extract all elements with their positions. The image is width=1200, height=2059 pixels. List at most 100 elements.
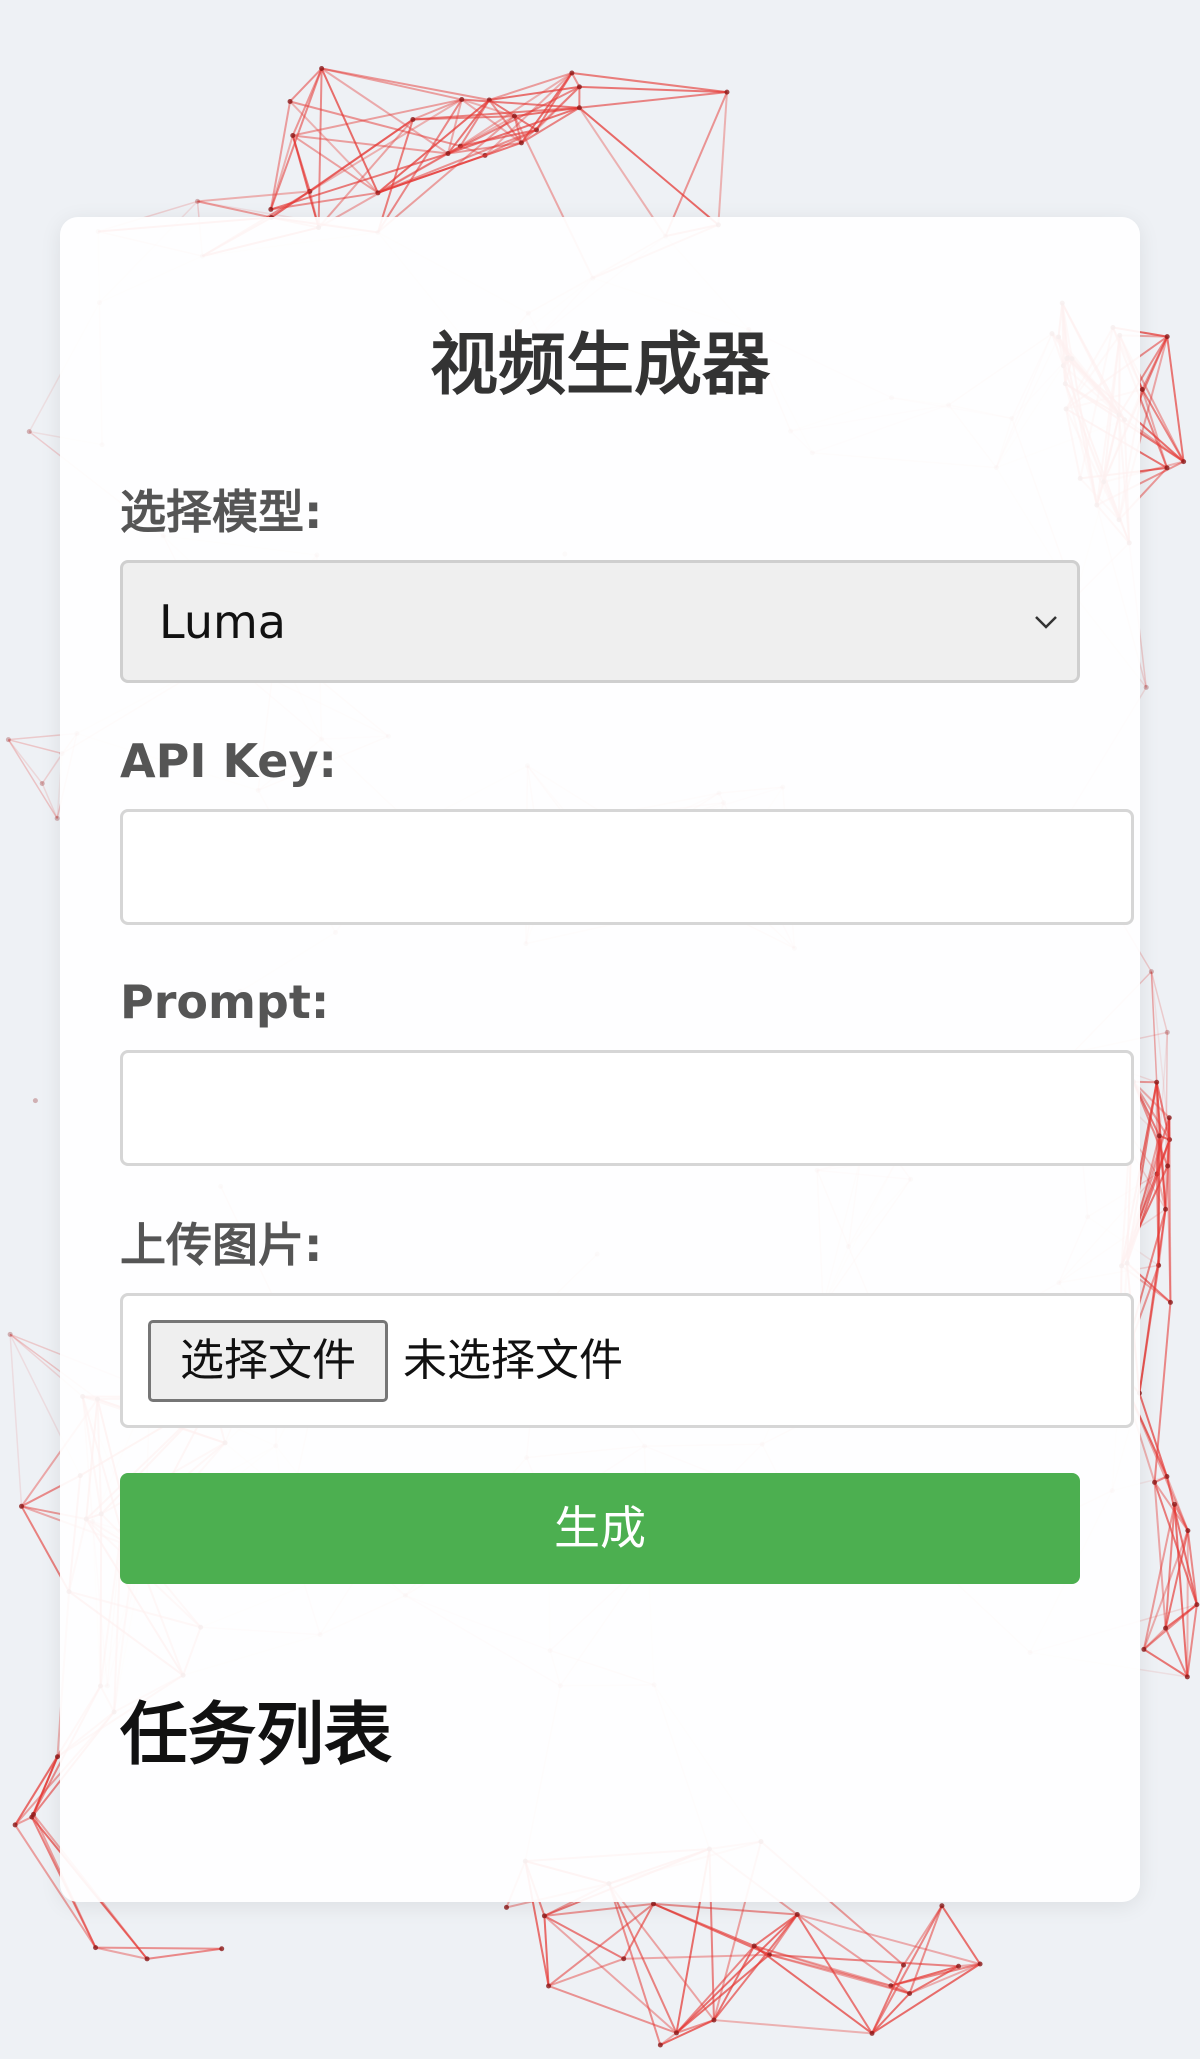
- network-line: [578, 106, 719, 226]
- network-line: [32, 1756, 59, 1815]
- network-line: [579, 91, 728, 109]
- network-node: [268, 206, 274, 212]
- generator-card: 视频生成器 选择模型: Luma API Key: Prompt: 上传图片: …: [60, 217, 1140, 1902]
- network-node: [26, 429, 32, 435]
- network-line: [197, 190, 310, 203]
- network-node: [576, 105, 582, 111]
- network-line: [317, 68, 323, 228]
- network-line: [317, 118, 414, 229]
- network-node: [1165, 1163, 1171, 1169]
- network-node: [724, 89, 730, 95]
- network-node: [1152, 1479, 1158, 1485]
- network-node: [12, 1822, 18, 1828]
- network-node: [1156, 1133, 1162, 1139]
- network-line: [7, 739, 58, 819]
- network-node: [1185, 1528, 1191, 1534]
- network-line: [321, 67, 462, 101]
- network-line: [1138, 1209, 1167, 1394]
- model-label: 选择模型:: [120, 485, 323, 539]
- network-node: [1164, 1029, 1170, 1035]
- network-line: [713, 2019, 873, 2035]
- model-select-value: Luma: [159, 595, 286, 649]
- network-line: [871, 1905, 943, 2034]
- network-node: [219, 1946, 225, 1952]
- model-select[interactable]: Luma: [120, 560, 1080, 683]
- network-node: [546, 1983, 552, 1989]
- network-node: [869, 2030, 875, 2036]
- file-status-text: 未选择文件: [403, 1335, 623, 1386]
- network-node: [7, 1331, 13, 1337]
- network-node: [54, 815, 60, 821]
- choose-file-button[interactable]: 选择文件: [148, 1320, 388, 1402]
- network-line: [717, 92, 728, 225]
- network-node: [144, 1956, 150, 1962]
- network-node: [794, 1912, 800, 1918]
- network-line: [146, 1947, 222, 1960]
- generate-button[interactable]: 生成: [120, 1473, 1080, 1584]
- network-node: [287, 98, 293, 104]
- task-list-title: 任务列表: [120, 1696, 393, 1775]
- network-node: [576, 84, 582, 90]
- network-node: [1172, 1501, 1178, 1507]
- network-line: [289, 67, 323, 103]
- network-line: [9, 1334, 23, 1507]
- network-node: [32, 1098, 38, 1104]
- network-line: [664, 91, 728, 237]
- network-line: [291, 135, 311, 192]
- network-node: [39, 780, 45, 786]
- network-node: [1194, 1602, 1200, 1608]
- network-node: [751, 1943, 757, 1949]
- network-node: [459, 97, 465, 103]
- upload-label: 上传图片:: [120, 1218, 323, 1272]
- network-node: [518, 140, 524, 146]
- network-node: [673, 2030, 679, 2036]
- network-node: [410, 117, 416, 123]
- network-node: [195, 198, 200, 204]
- network-node: [541, 1913, 547, 1919]
- network-node: [1184, 1674, 1190, 1680]
- network-node: [901, 1962, 907, 1968]
- network-line: [289, 100, 461, 148]
- network-line: [95, 1946, 222, 1950]
- network-node: [1139, 386, 1145, 392]
- network-line: [291, 68, 323, 136]
- chevron-down-icon: [1035, 616, 1057, 629]
- network-node: [290, 133, 296, 139]
- prompt-input[interactable]: [120, 1050, 1134, 1166]
- network-node: [1164, 334, 1170, 340]
- prompt-label: Prompt:: [120, 975, 330, 1029]
- network-node: [1163, 1625, 1169, 1631]
- network-node: [1181, 459, 1187, 465]
- network-node: [907, 1990, 913, 1996]
- network-line: [548, 1985, 677, 2034]
- network-line: [1186, 1604, 1198, 1678]
- network-line: [1153, 1302, 1172, 1483]
- network-node: [1154, 1079, 1160, 1085]
- network-line: [41, 783, 58, 819]
- network-node: [939, 1903, 945, 1909]
- network-node: [1143, 684, 1149, 690]
- network-line: [7, 739, 43, 784]
- network-node: [504, 1904, 510, 1910]
- network-node: [445, 151, 451, 157]
- api-key-label: API Key:: [120, 734, 337, 788]
- network-node: [621, 1956, 627, 1962]
- network-node: [1166, 1115, 1172, 1121]
- network-node: [1167, 1299, 1173, 1305]
- network-node: [1148, 969, 1154, 975]
- api-key-input[interactable]: [120, 809, 1134, 925]
- network-node: [650, 1901, 656, 1907]
- network-node: [1141, 1646, 1147, 1652]
- network-line: [1166, 336, 1185, 462]
- network-node: [977, 1961, 983, 1967]
- network-line: [548, 1957, 625, 1987]
- network-line: [377, 115, 516, 234]
- image-upload-field[interactable]: 选择文件 未选择文件: [120, 1293, 1134, 1428]
- network-line: [1141, 388, 1185, 463]
- network-node: [711, 2017, 717, 2023]
- network-node: [31, 1811, 37, 1817]
- network-node: [319, 66, 325, 72]
- network-line: [713, 1913, 799, 2021]
- network-node: [511, 113, 517, 119]
- network-line: [377, 128, 537, 194]
